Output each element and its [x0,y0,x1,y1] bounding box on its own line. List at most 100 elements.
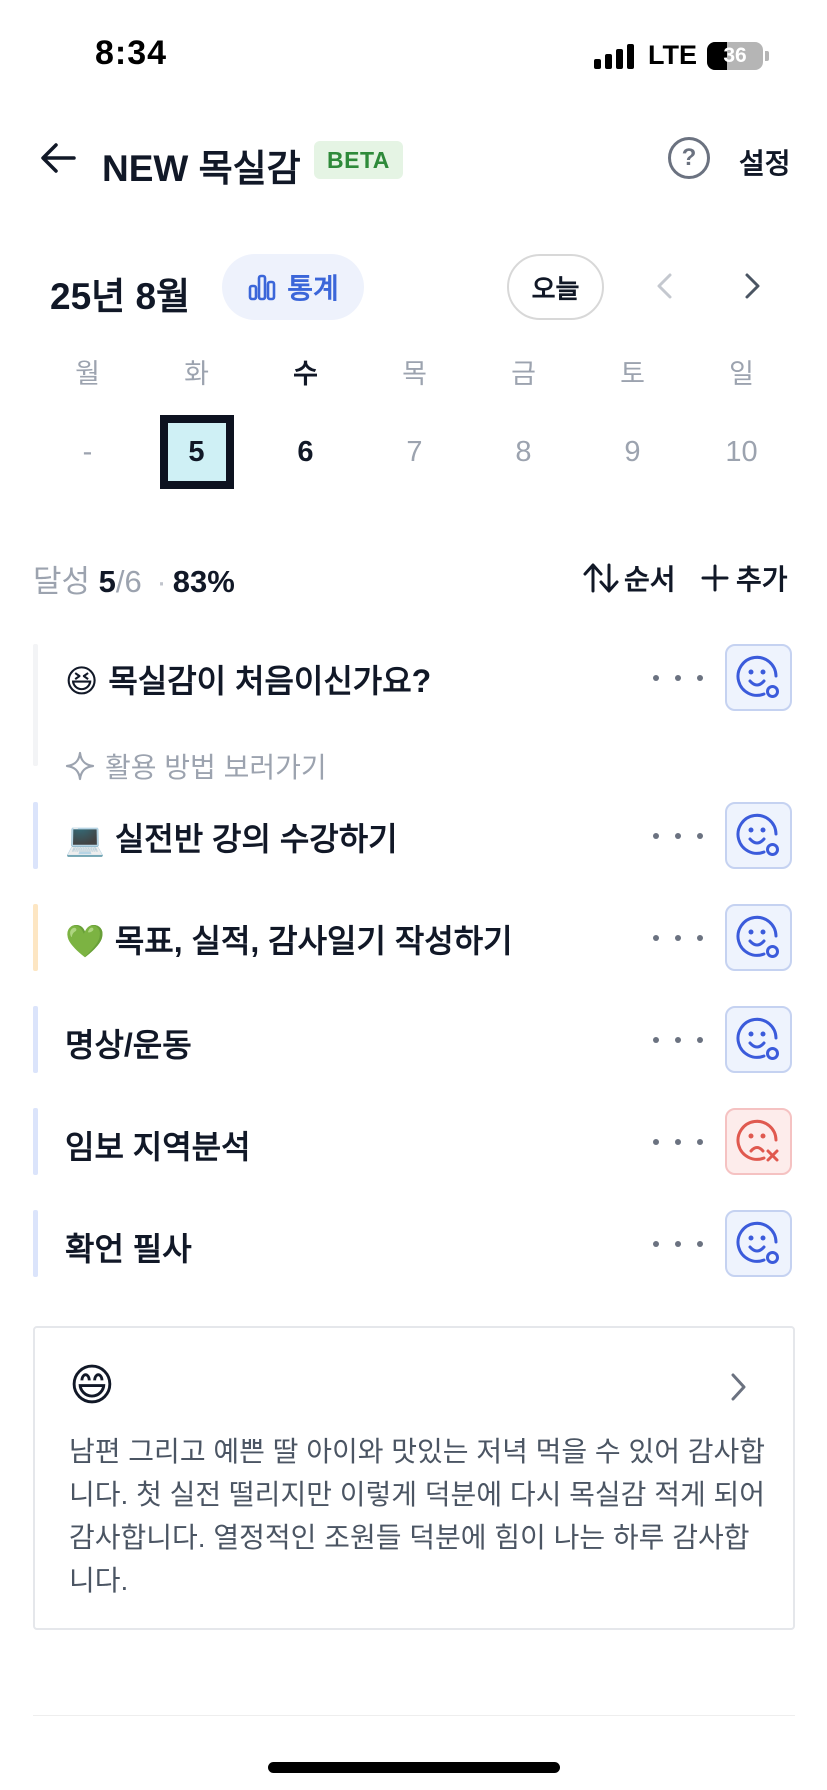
task-title-text: 목실감이 처음이신가요? [108,663,432,699]
achievement-done: 5 [98,564,116,599]
sort-order-button[interactable]: 순서 [582,558,676,598]
task-item[interactable]: 확언 필사 [33,1210,797,1277]
stats-button[interactable]: 통계 [222,254,364,320]
happy-face-icon [736,915,779,958]
separator-dot: · [156,564,167,599]
today-button[interactable]: 오늘 [507,254,604,320]
task-color-bar [33,644,38,766]
plus-icon [701,564,729,592]
date-cell[interactable]: 7 [360,430,469,489]
status-toggle-button[interactable] [725,644,792,711]
bar-chart-icon [248,274,276,301]
more-options-button[interactable] [653,1030,703,1050]
journal-emoji: 😄 [69,1361,115,1410]
chevron-right-icon [745,273,760,299]
happy-face-icon [736,1017,779,1060]
status-toggle-button[interactable] [725,904,792,971]
task-title: 😆 목실감이 처음이신가요? [65,656,431,702]
date-label: - [82,436,93,468]
network-label: LTE [648,40,697,70]
date-cell[interactable]: 8 [469,430,578,489]
weekday-label: 토 [620,359,645,389]
help-button[interactable]: ? [668,137,710,179]
weekday-label: 수 [293,359,318,389]
task-title-text: 실전반 강의 수강하기 [114,821,398,857]
task-title: 명상/운동 [65,1027,192,1063]
weekday-label: 월 [75,359,100,389]
date-label: 6 [297,436,314,468]
next-week-button[interactable] [733,268,769,304]
sort-order-label: 순서 [624,564,676,595]
app-header: NEW 목실감 BETA ? 설정 [0,126,827,192]
status-toggle-button[interactable] [725,1108,792,1175]
status-toggle-button[interactable] [725,1006,792,1073]
task-color-bar [33,1006,38,1073]
task-title: 임보 지역분석 [65,1129,251,1165]
more-options-button[interactable] [653,668,703,688]
sad-face-icon [736,1119,778,1161]
task-item[interactable]: 💚 목표, 실적, 감사일기 작성하기 [33,904,797,971]
weekday-label: 화 [184,359,209,389]
status-time: 8:34 [95,34,168,72]
status-toggle-button[interactable] [725,802,792,869]
help-circle-icon: ? [681,144,697,171]
status-toggle-button[interactable] [725,1210,792,1277]
status-indicators: LTE 36 [594,40,769,71]
battery-icon: 36 [707,41,763,70]
task-item[interactable]: 💻 실전반 강의 수강하기 [33,802,797,869]
task-item[interactable]: 명상/운동 [33,1006,797,1073]
date-label: 10 [725,436,758,468]
achievement-percent: 83% [172,564,235,599]
happy-face-icon [736,655,779,698]
task-item[interactable]: 😆 목실감이 처음이신가요? 활용 방법 보러가기 [33,644,797,783]
task-title: 💻 실전반 강의 수강하기 [65,814,398,860]
task-item[interactable]: 임보 지역분석 [33,1108,797,1175]
signal-icon [594,43,634,69]
chevron-right-icon [731,1373,746,1401]
date-cell[interactable]: - [33,430,142,489]
happy-face-icon [736,813,779,856]
bottom-divider [33,1715,795,1716]
date-label: 7 [406,436,423,468]
week-calendar: 월 화 수 목 금 토 일 - 5 6 7 8 9 10 [33,354,797,489]
settings-button[interactable]: 설정 [739,142,791,182]
back-button[interactable] [36,136,80,180]
task-title: 확언 필사 [65,1231,192,1267]
achievement-summary: 달성 5/6 · 83% [33,556,235,601]
more-options-button[interactable] [653,1234,703,1254]
task-emoji: 😆 [65,663,99,699]
status-bar: 8:34 LTE 36 [0,0,827,110]
journal-open-button[interactable] [723,1370,753,1404]
prev-week-button[interactable] [648,268,684,304]
usage-guide-link[interactable]: 활용 방법 보러가기 [65,746,327,786]
more-options-button[interactable] [653,928,703,948]
task-title-text: 목표, 실적, 감사일기 작성하기 [114,923,513,959]
more-options-button[interactable] [653,826,703,846]
date-label: 5 [159,415,234,489]
task-color-bar [33,1108,38,1175]
usage-guide-label: 활용 방법 보러가기 [105,752,327,783]
task-color-bar [33,1210,38,1277]
more-options-button[interactable] [653,1132,703,1152]
month-toolbar: 25년 8월 통계 오늘 [0,252,827,322]
date-cell[interactable]: 6 [251,430,360,489]
date-row: - 5 6 7 8 9 10 [33,415,797,489]
gratitude-journal-card[interactable]: 😄 남편 그리고 예쁜 딸 아이와 맛있는 저녁 먹을 수 있어 감사합니다. … [33,1326,795,1630]
date-label: 9 [624,436,641,468]
date-cell-selected[interactable]: 5 [142,415,251,489]
beta-badge: BETA [314,141,403,179]
achievement-label: 달성 [33,564,91,599]
arrow-left-icon [41,143,76,173]
task-emoji: 💻 [65,821,105,857]
battery-level: 36 [723,43,747,67]
stats-label: 통계 [287,273,339,304]
add-task-button[interactable]: 추가 [700,558,788,598]
date-cell[interactable]: 9 [578,430,687,489]
summary-row: 달성 5/6 · 83% 순서 추가 [0,556,827,606]
date-cell[interactable]: 10 [687,430,796,489]
month-label: 25년 8월 [50,276,191,317]
date-label: 8 [515,436,532,468]
happy-face-icon [736,1221,779,1264]
chevron-left-icon [657,273,672,299]
weekday-label: 목 [402,359,427,389]
